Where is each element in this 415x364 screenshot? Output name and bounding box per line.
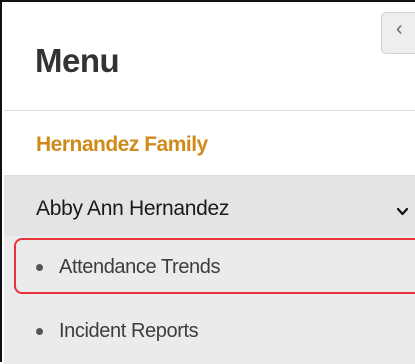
chevron-left-icon: ‹ xyxy=(396,18,403,40)
bullet-icon xyxy=(36,328,43,335)
submenu-item-label[interactable]: Incident Reports xyxy=(59,321,199,341)
family-name[interactable]: Hernandez Family xyxy=(36,134,208,155)
family-row[interactable]: Hernandez Family xyxy=(4,111,415,175)
student-row[interactable]: Abby Ann Hernandez xyxy=(4,176,415,236)
bullet-icon xyxy=(36,264,43,271)
submenu-item-incident-reports[interactable]: Incident Reports xyxy=(4,300,415,360)
student-submenu: Attendance Trends Incident Reports xyxy=(4,236,415,364)
side-menu-panel: ‹ Menu Hernandez Family Abby Ann Hernand… xyxy=(0,0,415,364)
collapse-menu-button[interactable]: ‹ xyxy=(381,12,415,54)
student-name[interactable]: Abby Ann Hernandez xyxy=(36,198,229,219)
chevron-down-icon[interactable] xyxy=(397,206,408,217)
submenu-item-label[interactable]: Attendance Trends xyxy=(59,257,220,277)
submenu-item-attendance-trends[interactable]: Attendance Trends xyxy=(4,236,415,296)
menu-title: Menu xyxy=(35,42,120,79)
